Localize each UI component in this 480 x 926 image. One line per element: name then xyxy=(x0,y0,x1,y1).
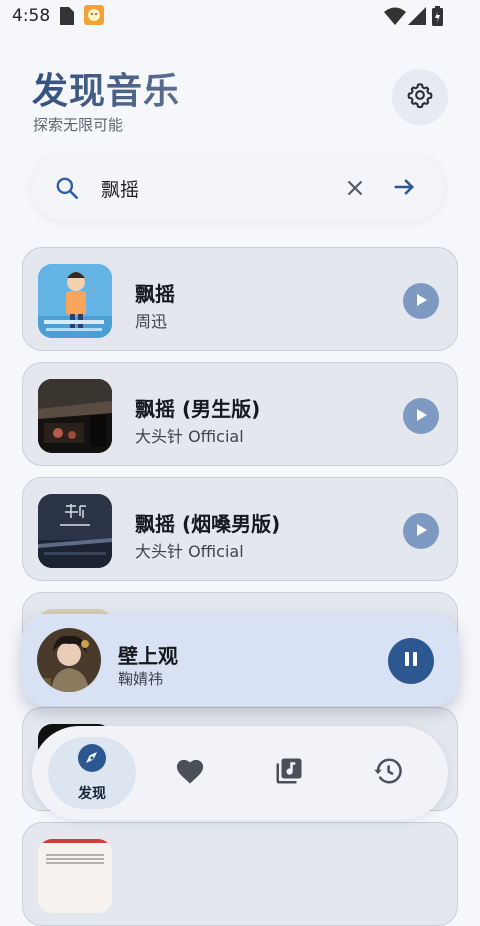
song-title: 飘摇 (男生版) xyxy=(135,397,261,421)
heart-icon xyxy=(175,757,205,789)
clear-icon[interactable] xyxy=(342,175,368,205)
play-icon xyxy=(414,292,428,311)
song-card[interactable]: 飘摇 (烟嗓男版) 大头针 Official xyxy=(22,477,458,581)
now-playing-title: 壁上观 xyxy=(118,644,178,668)
album-cover xyxy=(38,264,112,338)
status-time: 4:58 xyxy=(12,6,51,26)
bottom-navigation: 发现 xyxy=(32,726,448,820)
signal-icon xyxy=(408,7,426,29)
music-library-icon xyxy=(274,756,304,790)
now-playing-cover xyxy=(37,628,101,692)
song-artist: 大头针 Official xyxy=(135,427,244,446)
nav-discover[interactable]: 发现 xyxy=(48,737,136,809)
play-icon xyxy=(414,522,428,541)
play-button[interactable] xyxy=(403,283,439,319)
nav-discover-label: 发现 xyxy=(78,786,106,802)
album-cover xyxy=(38,494,112,568)
search-input[interactable]: 飘摇 xyxy=(101,175,139,202)
page-subtitle: 探索无限可能 xyxy=(33,116,124,134)
nav-library[interactable] xyxy=(245,737,333,809)
wifi-icon xyxy=(384,7,406,29)
app-notification-icon xyxy=(84,5,104,29)
song-title: 飘摇 xyxy=(135,282,175,306)
gear-icon xyxy=(406,81,434,113)
nav-favorites[interactable] xyxy=(146,737,234,809)
settings-button[interactable] xyxy=(392,69,448,125)
album-cover xyxy=(38,839,112,913)
battery-icon xyxy=(432,6,443,30)
history-icon xyxy=(373,756,403,790)
search-bar[interactable]: 飘摇 xyxy=(32,155,444,221)
song-card[interactable]: 飘摇 周迅 xyxy=(22,247,458,351)
search-icon xyxy=(54,175,80,205)
now-playing-bar[interactable]: 壁上观 鞠婧祎 xyxy=(22,614,458,706)
play-icon xyxy=(414,407,428,426)
arrow-right-icon[interactable] xyxy=(390,173,418,205)
nav-history[interactable] xyxy=(344,737,432,809)
song-title: 飘摇 (烟嗓男版) xyxy=(135,512,281,536)
pause-icon xyxy=(402,650,420,672)
album-cover xyxy=(38,379,112,453)
sim-card-icon xyxy=(60,7,74,29)
play-button[interactable] xyxy=(403,398,439,434)
page-title: 发现音乐 xyxy=(32,62,180,114)
compass-icon xyxy=(77,743,107,777)
song-artist: 大头针 Official xyxy=(135,542,244,561)
now-playing-artist: 鞠婧祎 xyxy=(118,670,164,688)
song-artist: 周迅 xyxy=(135,312,168,331)
status-bar: 4:58 xyxy=(0,0,480,34)
song-card[interactable] xyxy=(22,822,458,926)
song-card[interactable]: 飘摇 (男生版) 大头针 Official xyxy=(22,362,458,466)
play-button[interactable] xyxy=(403,513,439,549)
pause-button[interactable] xyxy=(388,638,434,684)
